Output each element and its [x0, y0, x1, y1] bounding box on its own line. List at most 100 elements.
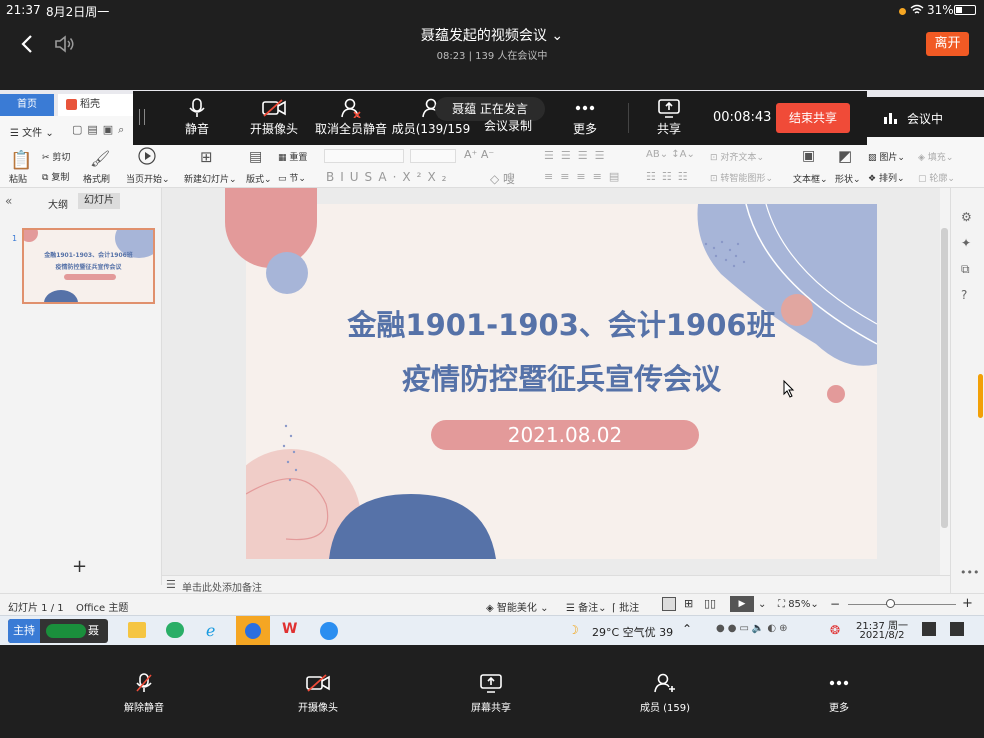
normal-view-icon[interactable] — [662, 597, 676, 611]
smart-graphic-button[interactable]: ⊡ 转智能图形⌄ — [710, 171, 773, 184]
font-size-select[interactable] — [410, 149, 456, 163]
quick-access-icons[interactable]: ▢▤▣⌕ — [72, 123, 129, 137]
from-current-button[interactable]: 当页开始⌄ — [126, 172, 170, 185]
host-video-tile[interactable]: 主持 聂蕴 — [8, 619, 108, 643]
action-center-icon[interactable] — [950, 622, 964, 636]
tray-expand-icon[interactable]: ⌃ — [682, 622, 692, 636]
drag-handle-icon[interactable] — [139, 109, 145, 125]
camera-off-icon — [262, 99, 286, 117]
scroll-thumb[interactable] — [941, 228, 948, 528]
textbox-button[interactable]: 文本框⌄ — [793, 172, 828, 185]
leave-button[interactable]: 离开 — [926, 32, 969, 56]
unmute-all-label: 取消全员静音 — [314, 122, 387, 136]
copy-layers-icon[interactable]: ⧉ — [961, 262, 970, 277]
shape-button[interactable]: 形状⌄ — [835, 172, 861, 185]
slide-thumbnail[interactable]: 金融1901-1903、会计1906班 疫情防控暨征兵宣传会议 — [22, 228, 155, 304]
feishu-icon[interactable] — [236, 616, 270, 645]
beautify-label: 智能美化 — [496, 603, 537, 614]
unmute-all-button[interactable]: 取消全员静音 — [311, 91, 391, 145]
record-button[interactable]: 会议录制 — [475, 91, 541, 145]
cut-button[interactable]: ✂ 剪切 — [42, 150, 70, 163]
zoom-in-button[interactable]: + — [962, 596, 973, 611]
font-style-icons[interactable]: BIUSA·X²X₂ — [326, 170, 452, 184]
arrange-label: 排列 — [878, 174, 897, 184]
layout-button[interactable]: 版式⌄ — [246, 172, 272, 185]
wechat-icon[interactable] — [166, 622, 184, 638]
help-icon[interactable]: ? — [961, 288, 967, 302]
camera-button[interactable]: 开摄像头 — [241, 91, 307, 145]
comment-button[interactable]: ⌈ 批注 — [612, 599, 639, 614]
section-button[interactable]: ▭ 节⌄ — [278, 171, 306, 184]
align-text-button[interactable]: ⊡ 对齐文本⌄ — [710, 150, 764, 163]
new-slide-icon: ⊞ — [200, 148, 213, 166]
slideshow-dropdown-icon[interactable]: ⌄ — [758, 599, 766, 610]
outline-button[interactable]: ▢ 轮廓⌄ — [918, 171, 955, 184]
collapse-panel-icon[interactable]: « — [5, 194, 12, 208]
end-share-button[interactable]: 结束共享 — [776, 103, 850, 133]
meeting-title[interactable]: 聂蕴发起的视频会议 ⌄ — [300, 25, 684, 45]
comment-icon: ⌈ — [612, 603, 616, 614]
outline-icon: ▢ — [918, 174, 927, 184]
copy-button[interactable]: ⧉ 复制 — [42, 170, 69, 183]
paste-button[interactable]: 粘贴 — [9, 172, 27, 185]
mute-button[interactable]: 静音 — [171, 91, 223, 145]
add-slide-button[interactable]: + — [72, 556, 87, 577]
layout-icon: ▤ — [249, 149, 263, 165]
wps-icon[interactable]: W — [282, 621, 297, 637]
antivirus-icon[interactable]: ❂ — [830, 623, 840, 637]
bottom-more-button[interactable]: 更多 — [779, 673, 899, 714]
smart-graphic-label: 转智能图形 — [720, 174, 766, 184]
ie-browser-icon[interactable]: ℯ — [206, 621, 215, 640]
reset-button[interactable]: ▦ 重置 — [278, 150, 307, 163]
members-list-button[interactable]: 成员 (159) — [605, 673, 725, 714]
align-icons[interactable]: ≡≡≡≡▤ — [544, 170, 626, 183]
picture-button[interactable]: ▨ 图片⌄ — [868, 150, 905, 163]
font-grow-shrink-icons[interactable]: A⁺ A⁻ — [464, 148, 494, 161]
new-slide-button[interactable]: 新建幻灯片⌄ — [184, 172, 237, 185]
paragraph-icons[interactable]: ☰☰☰☰ — [544, 149, 611, 162]
eraser-icon[interactable]: ◇ 嗖 — [490, 170, 515, 187]
play-slideshow-button[interactable]: ▶ — [730, 596, 754, 612]
beautify-button[interactable]: ◈ 智能美化 ⌄ — [486, 599, 548, 614]
arrange-button[interactable]: ❖ 排列⌄ — [868, 171, 905, 184]
format-painter-button[interactable]: 格式刷 — [83, 172, 110, 185]
pin-icon[interactable]: ✦ — [961, 236, 971, 250]
spacing-icons[interactable]: ☷☷☷ — [646, 170, 694, 183]
side-scroll-thumb[interactable] — [978, 374, 983, 418]
back-icon[interactable] — [18, 34, 38, 54]
font-family-select[interactable] — [324, 149, 404, 163]
system-tray-icons[interactable]: ●●▭🔈◐⊕ — [716, 623, 790, 634]
zoom-value[interactable]: ⛶ 85%⌄ — [778, 599, 819, 610]
tencent-meeting-icon[interactable] — [320, 622, 338, 640]
text-direction-icons[interactable]: AB⌄ ↕A⌄ — [646, 149, 695, 160]
reading-view-icon[interactable]: ▯▯ — [704, 597, 716, 610]
unmute-button[interactable]: 解除静音 — [84, 673, 204, 714]
notification-icon[interactable] — [922, 622, 936, 636]
notes-toggle-button[interactable]: ☰ 备注⌄ — [566, 599, 607, 614]
zoom-slider-thumb[interactable] — [886, 599, 895, 608]
file-explorer-icon[interactable] — [128, 622, 146, 638]
slide-date[interactable]: 2021.08.02 — [431, 420, 699, 450]
tab-home[interactable]: 首页 — [0, 94, 54, 116]
notes-bar[interactable]: ☰ 单击此处添加备注 — [162, 575, 950, 594]
vertical-scrollbar[interactable] — [940, 188, 950, 575]
speaker-icon[interactable] — [54, 34, 78, 54]
tab-slides[interactable]: 幻灯片 — [78, 193, 120, 209]
zoom-slider[interactable] — [848, 604, 956, 605]
slide-title-line-1[interactable]: 金融1901-1903、会计1906班 — [246, 302, 877, 344]
screen-share-button[interactable]: 屏幕共享 — [431, 673, 551, 714]
settings-sliders-icon[interactable]: ⚙ — [961, 210, 972, 224]
camera-on-button[interactable]: 开摄像头 — [258, 673, 378, 714]
more-dots-icon — [829, 680, 849, 686]
tab-outline[interactable]: 大纲 — [48, 196, 68, 211]
more-button[interactable]: 更多 — [561, 91, 609, 145]
share-button[interactable]: 共享 — [645, 91, 693, 145]
fill-button[interactable]: ◈ 填充⌄ — [918, 150, 953, 163]
grid-view-icon[interactable]: ⊞ — [684, 597, 693, 610]
status-bar: 21:37 8月2日周一 31% — [0, 0, 984, 20]
tab-daoke[interactable]: 稻壳 — [58, 94, 134, 116]
in-meeting-indicator[interactable]: 会议中 — [867, 97, 984, 137]
menu-file[interactable]: ☰ 文件 ⌄ — [10, 124, 54, 139]
zoom-out-button[interactable]: − — [830, 597, 840, 611]
more-dots-icon[interactable]: ••• — [960, 566, 979, 579]
